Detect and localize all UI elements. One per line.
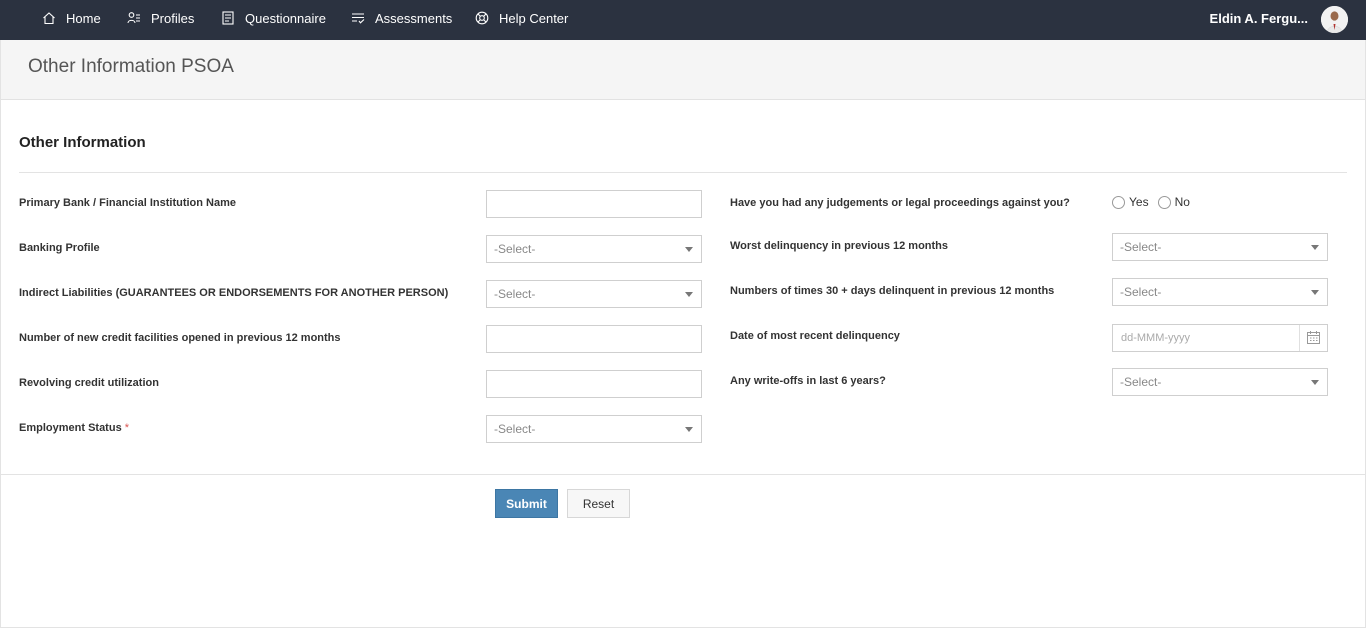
- times-delinquent-value: -Select-: [1120, 285, 1162, 299]
- employment-status-select[interactable]: -Select-: [486, 415, 702, 443]
- required-marker: *: [124, 422, 130, 434]
- section-title: Other Information: [19, 134, 146, 151]
- label-revolving-credit: Revolving credit utilization: [19, 377, 159, 389]
- nav-questionnaire-label: Questionnaire: [245, 10, 326, 26]
- banking-profile-value: -Select-: [494, 242, 536, 256]
- worst-delinquency-select[interactable]: -Select-: [1112, 233, 1328, 261]
- user-avatar-image: [1321, 6, 1348, 33]
- primary-bank-input[interactable]: [486, 190, 702, 218]
- reset-button[interactable]: Reset: [567, 489, 630, 518]
- indirect-liabilities-select[interactable]: -Select-: [486, 280, 702, 308]
- nav-profiles[interactable]: Profiles: [127, 0, 194, 36]
- nav-help-center[interactable]: Help Center: [475, 0, 568, 36]
- times-delinquent-select[interactable]: -Select-: [1112, 278, 1328, 306]
- top-navbar: Home Profiles Questionnaire Assessments …: [0, 0, 1366, 40]
- label-recent-delinquency-date: Date of most recent delinquency: [730, 330, 900, 342]
- judgements-yes-label[interactable]: Yes: [1129, 195, 1149, 209]
- caret-down-icon: [685, 427, 693, 432]
- help-center-icon: [475, 11, 489, 25]
- worst-delinquency-value: -Select-: [1120, 240, 1162, 254]
- date-separator: [1299, 325, 1300, 351]
- questionnaire-icon: [222, 11, 234, 25]
- employment-status-label-text: Employment Status: [19, 422, 122, 434]
- caret-down-icon: [1311, 380, 1319, 385]
- judgements-no-label[interactable]: No: [1175, 195, 1190, 209]
- banking-profile-select[interactable]: -Select-: [486, 235, 702, 263]
- write-offs-value: -Select-: [1120, 375, 1162, 389]
- nav-home-label: Home: [66, 10, 101, 26]
- page-title: Other Information PSOA: [28, 56, 234, 77]
- nav-profiles-label: Profiles: [151, 10, 195, 26]
- judgements-no-radio[interactable]: [1157, 195, 1171, 209]
- label-primary-bank: Primary Bank / Financial Institution Nam…: [19, 197, 236, 209]
- label-indirect-liabilities: Indirect Liabilities (GUARANTEES OR ENDO…: [19, 287, 449, 299]
- label-times-delinquent: Numbers of times 30 + days delinquent in…: [730, 285, 1055, 297]
- caret-down-icon: [1311, 290, 1319, 295]
- user-name[interactable]: Eldin A. Fergu...: [1210, 0, 1308, 36]
- section-divider: [19, 172, 1347, 173]
- nav-home[interactable]: Home: [42, 0, 101, 36]
- profiles-icon: [127, 12, 140, 24]
- recent-delinquency-date-input[interactable]: dd-MMM-yyyy: [1112, 324, 1328, 352]
- write-offs-select[interactable]: -Select-: [1112, 368, 1328, 396]
- label-employment-status: Employment Status *: [19, 422, 129, 434]
- label-worst-delinquency: Worst delinquency in previous 12 months: [730, 240, 949, 252]
- assessments-icon: [352, 13, 365, 24]
- label-write-offs: Any write-offs in last 6 years?: [730, 375, 886, 387]
- avatar[interactable]: [1321, 6, 1348, 33]
- caret-down-icon: [685, 247, 693, 252]
- nav-assessments[interactable]: Assessments: [351, 0, 452, 36]
- judgements-radio-group: Yes No: [1112, 195, 1199, 209]
- submit-button[interactable]: Submit: [495, 489, 558, 518]
- new-credit-facilities-input[interactable]: [486, 325, 702, 353]
- employment-status-value: -Select-: [494, 422, 536, 436]
- label-banking-profile: Banking Profile: [19, 242, 100, 254]
- home-icon: [43, 12, 55, 25]
- caret-down-icon: [1311, 245, 1319, 250]
- date-placeholder: dd-MMM-yyyy: [1121, 332, 1191, 344]
- label-new-credit-facilities: Number of new credit facilities opened i…: [19, 332, 341, 344]
- nav-help-center-label: Help Center: [499, 10, 569, 26]
- nav-questionnaire[interactable]: Questionnaire: [221, 0, 326, 36]
- nav-assessments-label: Assessments: [375, 10, 453, 26]
- indirect-liabilities-value: -Select-: [494, 287, 536, 301]
- label-judgements: Have you had any judgements or legal pro…: [730, 197, 1070, 209]
- calendar-icon[interactable]: [1307, 331, 1320, 344]
- revolving-credit-input[interactable]: [486, 370, 702, 398]
- footer-divider: [0, 474, 1366, 475]
- caret-down-icon: [685, 292, 693, 297]
- judgements-yes-radio[interactable]: [1112, 195, 1125, 209]
